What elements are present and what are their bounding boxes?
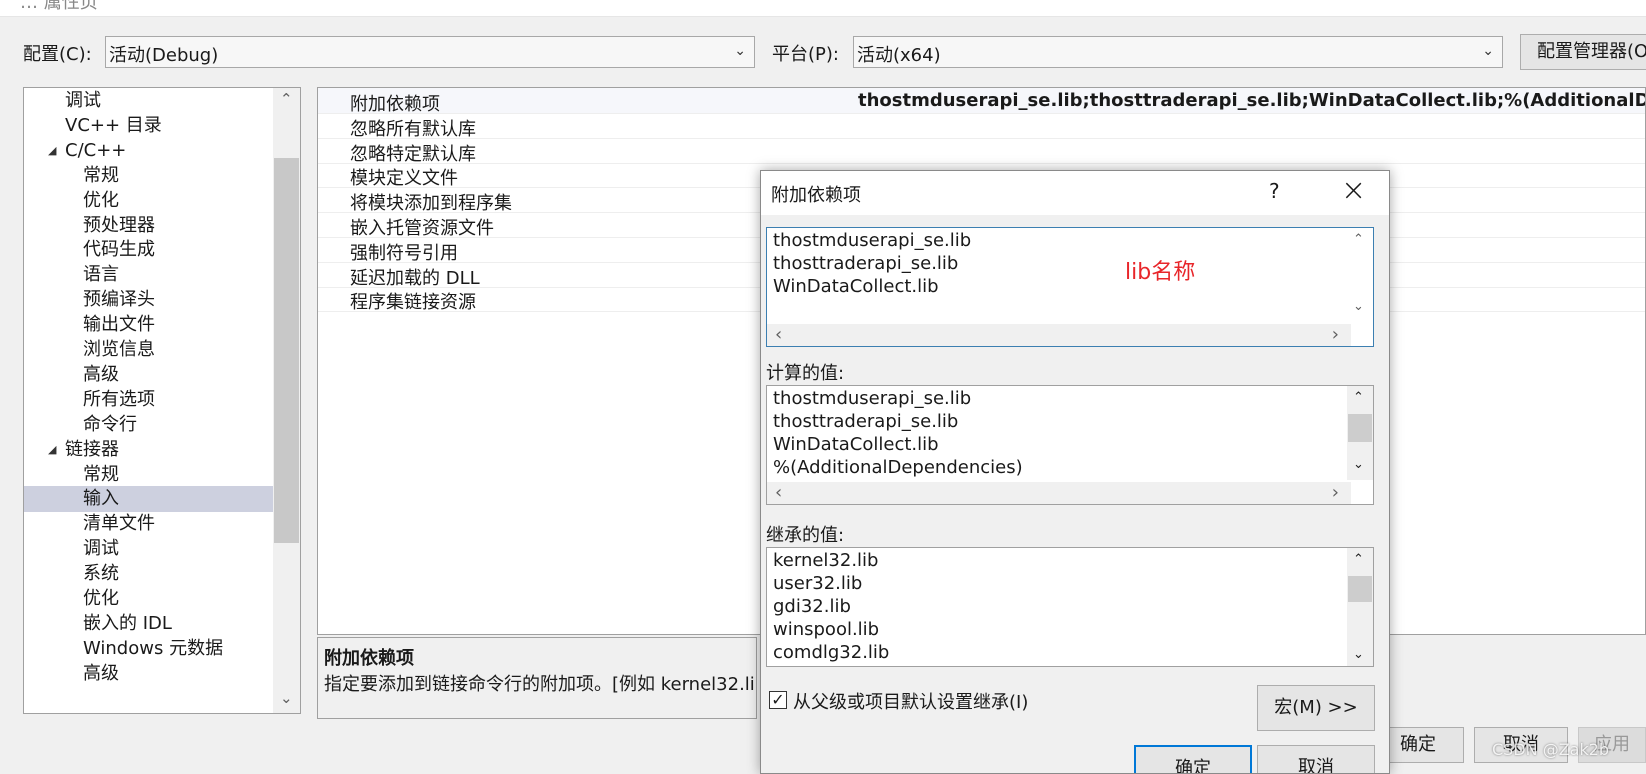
help-icon[interactable]: ? <box>1269 179 1280 203</box>
property-row[interactable]: 附加依赖项 thostmduserapi_se.lib;thosttraderap… <box>318 88 1645 115</box>
list-item: kernel32.lib <box>773 550 879 571</box>
inherit-checkbox-label[interactable]: 从父级或项目默认设置继承(I) <box>793 688 1028 714</box>
inherited-vscrollbar[interactable]: ⌃ ⌄ <box>1347 548 1373 666</box>
list-item: gdi32.lib <box>773 596 851 617</box>
platform-dropdown-value: 活动(x64) <box>857 45 941 66</box>
property-value[interactable]: thostmduserapi_se.lib;thosttraderapi_se.… <box>858 90 1645 111</box>
scroll-right-icon[interactable]: › <box>1332 482 1339 503</box>
description-pane: 附加依赖项 指定要添加到链接命令行的附加项。[例如 kernel32.lib <box>317 637 757 719</box>
scroll-thumb[interactable] <box>1348 414 1372 442</box>
scroll-down-icon[interactable]: ⌄ <box>1353 457 1364 472</box>
expand-triangle-icon[interactable]: ◢ <box>48 437 56 463</box>
inherited-values-label: 继承的值: <box>766 525 845 546</box>
tree-item-label: 输出文件 <box>83 314 155 336</box>
list-item: thostmduserapi_se.lib <box>773 230 972 251</box>
description-title: 附加依赖项 <box>324 648 414 669</box>
macro-button[interactable]: 宏(M) >> <box>1257 685 1375 731</box>
additional-dependencies-dialog: 附加依赖项 ? × lib名称 ⌃ ⌄ ‹ › thostmduserapi_s… <box>760 170 1390 774</box>
tree-item-label: 系统 <box>83 563 119 585</box>
tree-item-label: 常规 <box>83 463 119 485</box>
expand-triangle-icon[interactable]: ◢ <box>48 138 56 164</box>
tree-item-label: 输入 <box>83 488 119 510</box>
property-row[interactable]: 忽略特定默认库 <box>318 138 1645 165</box>
config-dropdown[interactable]: 活动(Debug) ⌄ <box>105 36 755 68</box>
property-row[interactable]: 忽略所有默认库 <box>318 113 1645 140</box>
tree-item-label: 代码生成 <box>83 239 155 261</box>
scroll-down-icon[interactable]: ⌄ <box>280 689 293 707</box>
list-item: comdlg32.lib <box>773 642 890 663</box>
dialog-cancel-button[interactable]: 取消 <box>1257 745 1375 773</box>
property-name: 程序集链接资源 <box>350 292 476 314</box>
scroll-up-icon[interactable]: ⌃ <box>1353 552 1364 567</box>
tree-item-label: 清单文件 <box>83 513 155 535</box>
scroll-down-icon[interactable]: ⌄ <box>1353 299 1364 314</box>
scroll-up-icon[interactable]: ⌃ <box>1353 232 1364 247</box>
tree-item-label: Windows 元数据 <box>83 637 224 659</box>
tree-item-label: 预处理器 <box>83 214 155 236</box>
tree-item-label: 所有选项 <box>83 388 155 410</box>
scroll-left-icon[interactable]: ‹ <box>775 324 782 345</box>
tree-scrollbar[interactable]: ⌃ ⌄ <box>273 88 300 713</box>
tree-item-label: 优化 <box>83 189 119 211</box>
watermark: CSDN @Zak2b <box>1492 740 1610 759</box>
dialog-ok-button[interactable]: 确定 <box>1134 745 1252 773</box>
computed-vscrollbar[interactable]: ⌃ ⌄ <box>1347 386 1373 480</box>
scroll-up-icon[interactable]: ⌃ <box>280 90 293 108</box>
chevron-down-icon: ⌄ <box>734 43 746 59</box>
dialog-title: 附加依赖项 <box>771 185 861 206</box>
tree-item-label: 浏览信息 <box>83 339 155 360</box>
tree-item-label: 高级 <box>83 363 119 385</box>
dependencies-edit-box[interactable]: lib名称 ⌃ ⌄ ‹ › thostmduserapi_se.lib thost… <box>766 227 1374 347</box>
tree-item[interactable]: 输入 <box>24 486 273 513</box>
tree-item-label: 嵌入的 IDL <box>83 612 172 634</box>
tree-item-label: 调试 <box>83 538 119 560</box>
list-item: thostmduserapi_se.lib <box>773 388 972 409</box>
close-icon[interactable]: × <box>1341 173 1366 208</box>
list-item: thosttraderapi_se.lib <box>773 253 959 274</box>
description-text: 指定要添加到链接命令行的附加项。[例如 kernel32.lib <box>324 674 757 695</box>
platform-label: 平台(P): <box>772 44 839 65</box>
annotation-lib-name: lib名称 <box>1125 260 1196 285</box>
tree-item-label: 链接器 <box>65 438 119 460</box>
config-dropdown-value: 活动(Debug) <box>109 45 219 66</box>
tree-item-label: 优化 <box>83 588 119 609</box>
list-item: winspool.lib <box>773 619 880 640</box>
edit-hscrollbar[interactable]: ‹ › <box>767 324 1351 346</box>
tree-item-label: C/C++ <box>65 139 127 161</box>
computed-hscrollbar[interactable]: ‹ › <box>767 482 1351 504</box>
scroll-right-icon[interactable]: › <box>1332 324 1339 345</box>
edit-vscrollbar[interactable]: ⌃ ⌄ <box>1347 228 1373 322</box>
chevron-down-icon: ⌄ <box>1482 43 1494 59</box>
scroll-down-icon[interactable]: ⌄ <box>1353 647 1364 662</box>
inherited-values-box: ⌃ ⌄ kernel32.lib user32.lib gdi32.lib winsp… <box>766 547 1374 667</box>
tree-item-label: VC++ 目录 <box>65 114 162 136</box>
scroll-up-icon[interactable]: ⌃ <box>1353 390 1364 405</box>
computed-values-box: ⌃ ⌄ ‹ › thostmduserapi_se.lib thosttrader… <box>766 385 1374 505</box>
list-item: WinDataCollect.lib <box>773 434 939 455</box>
window-title-bar: … 属性页 <box>0 0 1646 17</box>
computed-values-label: 计算的值: <box>766 363 845 384</box>
config-label: 配置(C): <box>23 44 92 65</box>
dialog-title-bar: 附加依赖项 ? × <box>761 171 1389 215</box>
scroll-thumb[interactable] <box>1348 576 1372 602</box>
tree-item-label: 常规 <box>83 164 119 186</box>
list-item: thosttraderapi_se.lib <box>773 411 959 432</box>
tree-item-label: 预编译头 <box>83 289 155 311</box>
list-item: WinDataCollect.lib <box>773 276 939 297</box>
scroll-left-icon[interactable]: ‹ <box>775 482 782 503</box>
window-title: … 属性页 <box>20 0 98 13</box>
inherit-checkbox[interactable]: ✓ <box>769 691 787 709</box>
platform-dropdown[interactable]: 活动(x64) ⌄ <box>853 36 1503 68</box>
list-item: %(AdditionalDependencies) <box>773 457 1023 478</box>
list-item: user32.lib <box>773 573 863 594</box>
tree-item-label: 调试 <box>65 90 101 111</box>
config-manager-button[interactable]: 配置管理器(O)... <box>1520 34 1646 70</box>
checkmark-icon: ✓ <box>771 690 785 709</box>
category-tree[interactable]: ⌃ ⌄ 调试 VC++ 目录 ◢ C/C++ 常规 优化 预处理器 代码生成 语言 预编译头 输出文… <box>23 87 301 714</box>
tree-item-label: 语言 <box>83 264 119 286</box>
tree-item-label: 命令行 <box>83 413 137 435</box>
scroll-thumb[interactable] <box>274 158 299 543</box>
tree-item-label: 高级 <box>83 662 119 684</box>
